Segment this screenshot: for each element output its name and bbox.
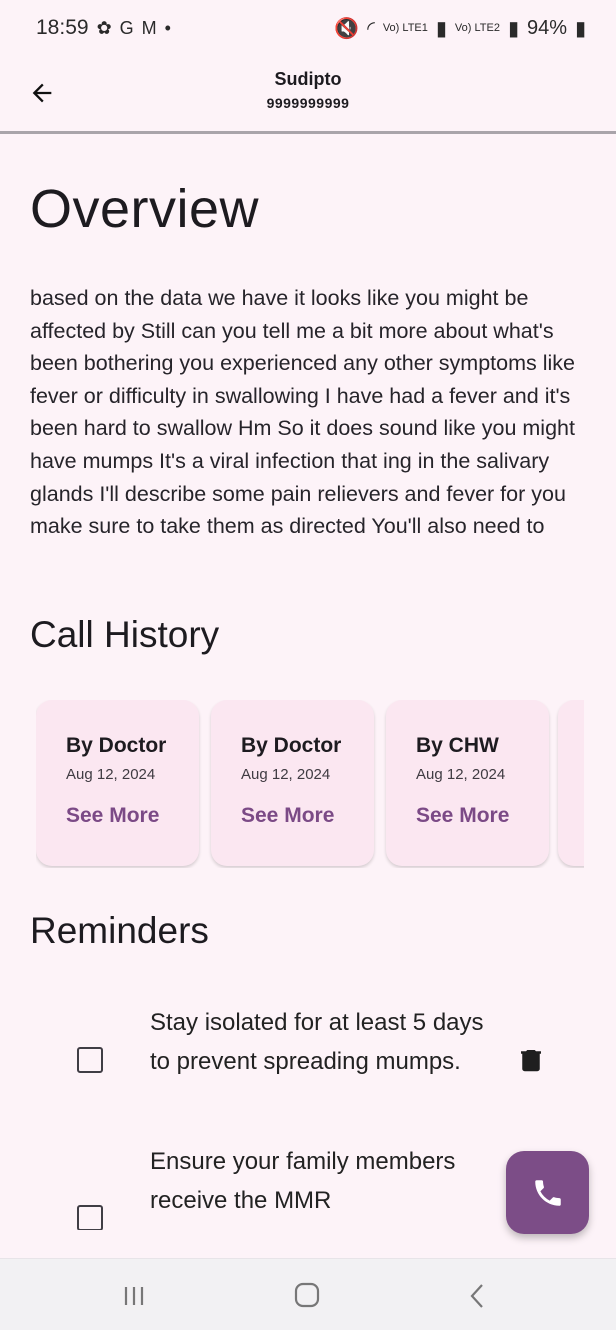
back-nav-icon[interactable] (458, 1279, 498, 1313)
call-button[interactable] (506, 1151, 589, 1234)
gmail-icon: M (141, 17, 157, 38)
status-bar: 18:59 ✿ G M • 🔇 ◜ Vo) LTE1 ▮ Vo) LTE2 ▮ … (0, 0, 616, 56)
system-navigation-bar (0, 1258, 616, 1330)
call-history-card-date: Aug 12, 2024 (241, 766, 331, 783)
recent-apps-icon[interactable] (114, 1279, 154, 1313)
call-history-title: Call History (30, 614, 220, 655)
signal-bars-icon: ▮ (435, 17, 447, 40)
status-right: 🔇 ◜ Vo) LTE1 ▮ Vo) LTE2 ▮ 94% ▮ (334, 16, 586, 41)
patient-name: Sudipto (274, 69, 342, 89)
phone-icon (534, 1179, 561, 1206)
overview-title: Overview (30, 179, 260, 239)
patient-phone: 9999999999 (266, 95, 350, 111)
battery-text: 94% (526, 16, 567, 39)
status-left: 18:59 ✿ G M • (36, 16, 171, 40)
muted-icon: 🔇 (334, 17, 360, 40)
see-more-link[interactable]: See More (416, 804, 509, 828)
home-icon[interactable] (287, 1279, 327, 1313)
call-history-card-title: By Doctor (241, 734, 342, 757)
wifi-icon: ◜ (367, 17, 375, 40)
overview-text: based on the data we have it looks like … (30, 286, 575, 539)
status-time: 18:59 (36, 16, 89, 39)
see-more-link[interactable]: See More (66, 804, 159, 828)
app-bar: Sudipto 9999999999 (0, 56, 616, 134)
reminders-title: Reminders (30, 910, 209, 951)
reminder-checkbox[interactable] (77, 1047, 103, 1073)
call-history-card-partial[interactable] (558, 700, 584, 866)
reminder-text: Ensure your family members receive the M… (150, 1148, 456, 1214)
call-history-card-title: By Doctor (66, 734, 167, 757)
trash-icon[interactable] (516, 1045, 546, 1075)
call-history-card-date: Aug 12, 2024 (66, 766, 156, 783)
call-history-card[interactable]: By Doctor Aug 12, 2024 See More (211, 700, 374, 866)
battery-icon: ▮ (574, 17, 586, 40)
dot-icon: • (164, 17, 171, 38)
call-history-cards[interactable]: By Doctor Aug 12, 2024 See More By Docto… (36, 700, 584, 868)
call-history-card-title: By CHW (416, 734, 499, 757)
call-history-card-date: Aug 12, 2024 (416, 766, 506, 783)
g-icon: G (119, 17, 134, 38)
call-history-card[interactable]: By CHW Aug 12, 2024 See More (386, 700, 549, 866)
signal-bars-icon: ▮ (507, 17, 519, 40)
signal-label-1: Vo) LTE1 (382, 21, 428, 34)
see-more-link[interactable]: See More (241, 804, 334, 828)
call-history-card[interactable]: By Doctor Aug 12, 2024 See More (36, 700, 199, 866)
signal-label-2: Vo) LTE2 (454, 21, 500, 34)
reminder-text: Stay isolated for at least 5 days to pre… (150, 1009, 484, 1075)
gear-like-icon: ✿ (96, 17, 112, 38)
reminder-checkbox[interactable] (77, 1205, 103, 1230)
